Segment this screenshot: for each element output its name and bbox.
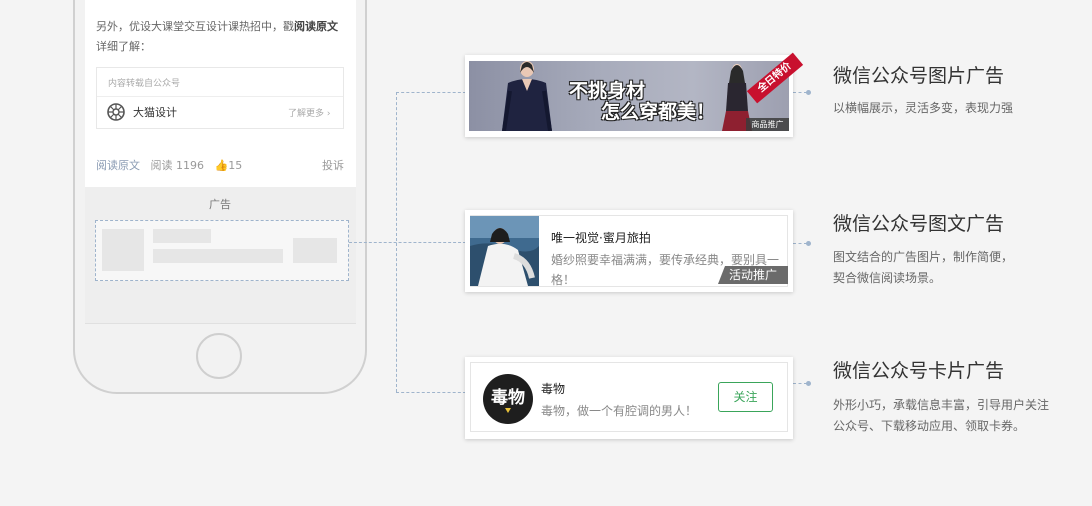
feed-ad-photo [470,216,539,286]
follow-button[interactable]: 关注 [718,382,773,412]
ad-placeholder-image [102,229,144,271]
article-footer: 阅读原文 阅读 1196 👍15 [96,157,242,173]
card-ad-description: 外形小巧，承载信息丰富，引导用户关注 公众号、下载移动应用、领取卡券。 [833,395,1049,437]
divider [97,96,343,97]
card-ad-desc: 毒物，做一个有腔调的男人！ [541,404,698,418]
feed-ad-desc-line2: 契合微信阅读场景。 [833,271,942,285]
like-count: 15 [228,159,243,172]
connector [793,92,807,93]
logo-accent-icon [505,408,511,413]
divider [85,323,356,324]
image-ad-desc: 以横幅展示，灵活多变，表现力强 [833,101,1014,115]
intro-text: 另外，优设大课堂交互设计课热招中，戳 [96,20,294,33]
ad-placeholder-title [153,229,211,243]
banner-headline-2: 怎么穿都美！ [601,101,716,123]
home-button[interactable] [196,333,242,379]
feed-ad-heading: 微信公众号图文广告 [833,213,1005,235]
connector-dot [806,90,811,95]
connector [793,383,807,384]
banner-model-left [502,61,552,131]
repost-label: 内容转载自公众号 [108,79,181,89]
card-ad-name: 毒物 [541,382,566,396]
read-original-link[interactable]: 阅读原文 [96,159,140,172]
learn-more-link[interactable]: 了解更多 › [288,106,331,119]
feed-ad-title: 唯一视觉·蜜月旅拍 [551,231,651,245]
card-ad-heading: 微信公众号卡片广告 [833,360,1005,382]
image-ad-title: 微信公众号图片广告 [833,65,1005,87]
card-ad-desc-line2: 公众号、下载移动应用、领取卡券。 [833,419,1026,433]
connector-to-banner-ad [396,92,466,93]
complain-link[interactable]: 投诉 [322,157,344,173]
intro-read-original-link[interactable]: 阅读原文 [294,20,338,33]
account-name: 大猫设计 [133,106,177,119]
thumbs-up-icon[interactable]: 👍 [215,159,229,172]
brand-logo-text: 毒物 [491,388,525,408]
brand-logo: 毒物 [483,374,533,424]
connector [793,243,807,244]
ad-label: 广告 [209,198,231,211]
connector-dot [806,241,811,246]
activity-promo-tag: 活动推广 [718,266,788,284]
account-logo-icon [107,103,125,121]
connector-dot [806,381,811,386]
read-count: 阅读 1196 [150,159,205,172]
connector-to-feed-ad [349,242,466,243]
feed-ad-desc-line1: 图文结合的广告图片，制作简便， [833,250,1014,264]
connector-to-card-ad [396,392,466,393]
card-ad-desc-line1: 外形小巧，承载信息丰富，引导用户关注 [833,398,1050,412]
ad-placeholder-button [293,238,337,263]
intro-text-2: 详细了解： [96,40,151,53]
article-intro: 另外，优设大课堂交互设计课热招中，戳阅读原文 详细了解： [96,17,356,57]
chevron-right-icon: › [326,109,331,119]
ad-placeholder-desc [153,249,283,263]
product-promo-tag: 商品推广 [746,118,789,131]
feed-ad-description: 图文结合的广告图片，制作简便， 契合微信阅读场景。 [833,247,1013,289]
